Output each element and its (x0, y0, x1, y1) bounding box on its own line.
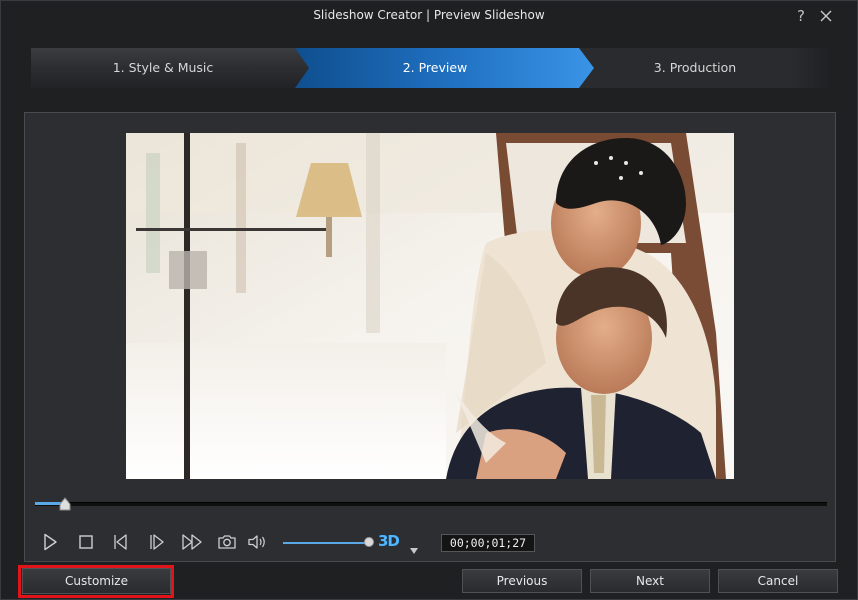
wizard-step-bar: 1. Style & Music 2. Preview 3. Productio… (31, 48, 831, 88)
step-1-label: 1. Style & Music (112, 60, 214, 75)
volume-handle[interactable] (363, 537, 374, 547)
timecode-display: 00;00;01;27 (441, 534, 535, 552)
snapshot-button[interactable] (216, 531, 238, 553)
next-frame-icon (150, 534, 164, 550)
play-button[interactable] (39, 531, 61, 553)
help-button[interactable]: ? (791, 6, 811, 26)
stop-icon (79, 535, 93, 549)
step-3-label: 3. Production (653, 60, 737, 75)
window-title: Slideshow Creator | Preview Slideshow (313, 8, 545, 22)
play-icon (44, 533, 57, 551)
highlight-box (18, 565, 174, 598)
next-button[interactable]: Next (590, 569, 710, 593)
volume-slider[interactable] (283, 537, 374, 549)
chevron-down-icon (410, 548, 418, 554)
step-2-label: 2. Preview (402, 60, 468, 75)
slideshow-creator-window: Slideshow Creator | Preview Slideshow ? (0, 0, 858, 600)
previous-frame-button[interactable] (110, 531, 132, 553)
previous-frame-icon (114, 534, 127, 550)
close-button[interactable] (816, 6, 836, 26)
next-frame-button[interactable] (145, 531, 167, 553)
preview-image (126, 133, 734, 479)
volume-icon (248, 535, 265, 549)
volume-button[interactable] (246, 531, 268, 553)
stop-button[interactable] (75, 531, 97, 553)
seek-handle[interactable] (59, 496, 71, 511)
fast-forward-icon (182, 534, 202, 550)
3d-dropdown-button[interactable] (410, 539, 418, 554)
3d-mode-button[interactable]: 3D (378, 532, 400, 552)
camera-icon (218, 535, 236, 549)
seek-track (35, 502, 827, 506)
playback-seek-slider[interactable] (33, 496, 827, 511)
volume-fill (283, 542, 369, 544)
title-bar: Slideshow Creator | Preview Slideshow ? (1, 1, 857, 33)
close-icon (820, 10, 832, 22)
preview-panel: 3D 00;00;01;27 (24, 112, 836, 562)
previous-button[interactable]: Previous (462, 569, 582, 593)
fast-forward-button[interactable] (180, 531, 204, 553)
cancel-button[interactable]: Cancel (718, 569, 838, 593)
playback-controls: 3D 00;00;01;27 (25, 531, 835, 555)
